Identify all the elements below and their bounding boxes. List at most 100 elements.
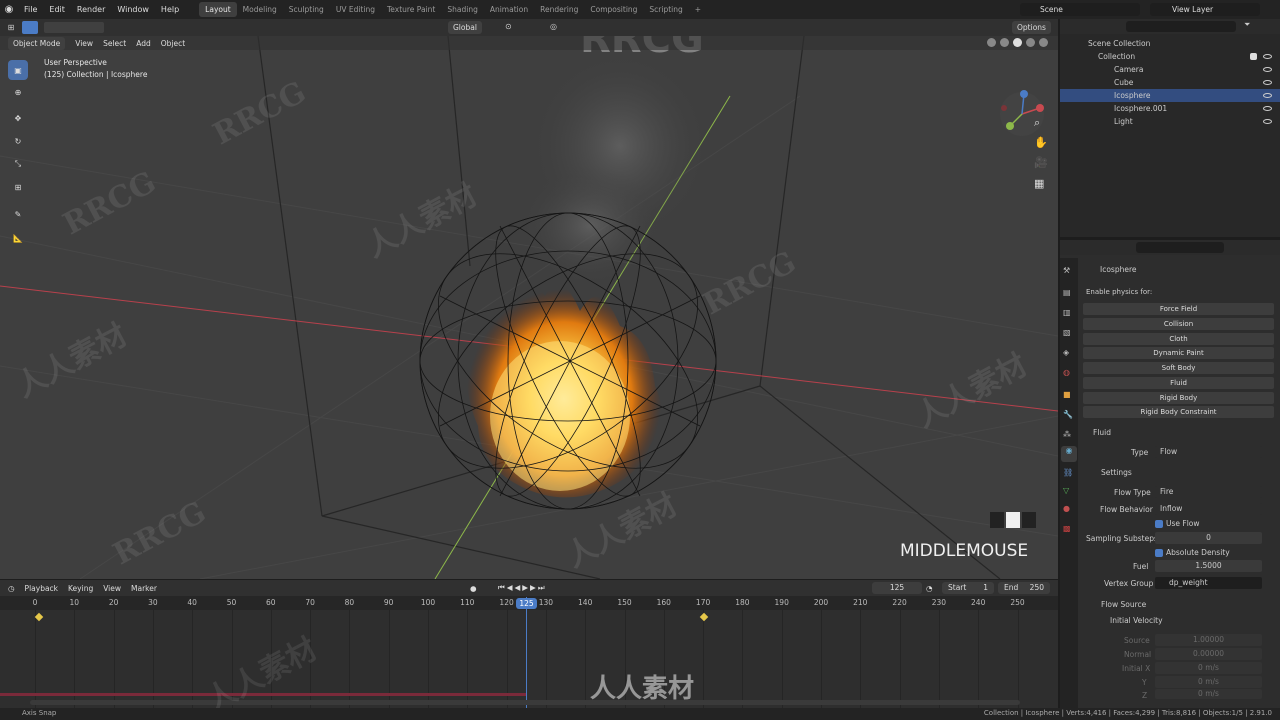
texture-tab-icon[interactable]: ▩ <box>1063 524 1071 533</box>
menu-file[interactable]: File <box>18 5 43 14</box>
fluid-button[interactable]: Fluid <box>1083 377 1274 389</box>
view-layer-selector[interactable]: View Layer <box>1150 3 1260 16</box>
measure-tool-icon[interactable]: 📐 <box>8 228 28 248</box>
timeline-view-menu[interactable]: View <box>103 584 121 593</box>
object-tab-icon[interactable]: ■ <box>1063 390 1071 399</box>
flow-behavior-dropdown[interactable]: Inflow <box>1155 503 1262 515</box>
tab-scripting[interactable]: Scripting <box>643 2 688 17</box>
tab-animation[interactable]: Animation <box>484 2 534 17</box>
menu-render[interactable]: Render <box>71 5 111 14</box>
fuel-field[interactable]: 1.5000 <box>1155 560 1262 572</box>
proportional-edit-icon[interactable]: ◎ <box>550 22 557 31</box>
object-mode-dropdown[interactable]: Object Mode <box>8 36 66 50</box>
tab-uv-editing[interactable]: UV Editing <box>330 2 381 17</box>
constraints-tab-icon[interactable]: ⛓ <box>1063 468 1073 477</box>
select-tool-icon[interactable]: ▣ <box>8 60 28 80</box>
marker-menu[interactable]: Marker <box>131 584 157 593</box>
data-tab-icon[interactable]: ▽ <box>1063 486 1069 495</box>
use-flow-checkbox[interactable]: Use Flow <box>1155 519 1200 528</box>
playback-menu[interactable]: Playback <box>25 584 58 593</box>
menu-edit[interactable]: Edit <box>43 5 71 14</box>
properties-search-input[interactable] <box>1136 242 1224 253</box>
dynamic-paint-button[interactable]: Dynamic Paint <box>1083 347 1274 359</box>
outliner-icosphere-001[interactable]: Icosphere.001 <box>1060 102 1280 115</box>
filter-icon[interactable]: ⏷ <box>1244 20 1250 30</box>
type-dropdown[interactable]: Flow <box>1155 446 1262 458</box>
tab-sculpting[interactable]: Sculpting <box>283 2 330 17</box>
flow-source-panel-header[interactable]: Flow Source <box>1101 600 1146 609</box>
outliner-camera[interactable]: Camera <box>1060 63 1280 76</box>
grid-view-icon[interactable]: ▦ <box>1034 177 1044 190</box>
outliner-icosphere[interactable]: Icosphere <box>1060 89 1280 102</box>
tab-modeling[interactable]: Modeling <box>237 2 283 17</box>
output-tab-icon[interactable]: ▥ <box>1063 308 1071 317</box>
transform-orientation-dropdown[interactable]: Global <box>448 21 482 34</box>
vertex-group-field[interactable]: dp_weight <box>1155 577 1262 589</box>
material-tab-icon[interactable]: ● <box>1063 504 1070 513</box>
playback-controls[interactable]: ⏮◀◀▶▶⏭ <box>498 583 547 593</box>
record-button[interactable]: ● <box>470 584 477 593</box>
editor-type-icon[interactable]: ⊞ <box>0 23 22 32</box>
menu-window[interactable]: Window <box>111 5 155 14</box>
clock-icon[interactable]: ◔ <box>926 584 933 593</box>
viewport-menu-select[interactable]: Select <box>103 39 126 48</box>
selection-mode-icons[interactable] <box>44 22 104 33</box>
initial-x-field[interactable]: 0 m/s <box>1155 662 1262 674</box>
current-frame-field[interactable]: 125 <box>872 582 922 594</box>
shading-modes-icons[interactable] <box>888 37 1048 49</box>
outliner-collection[interactable]: Collection <box>1060 50 1280 63</box>
transform-tool-icon[interactable]: ⊞ <box>8 177 28 197</box>
tab-shading[interactable]: Shading <box>441 2 483 17</box>
move-tool-icon[interactable]: ✥ <box>8 108 28 128</box>
initial-velocity-panel-header[interactable]: Initial Velocity <box>1110 616 1163 625</box>
start-field[interactable]: Start 1 <box>942 582 994 594</box>
select-box-icon[interactable] <box>22 21 38 34</box>
tab-compositing[interactable]: Compositing <box>584 2 643 17</box>
flow-type-dropdown[interactable]: Fire <box>1155 486 1262 498</box>
cursor-tool-icon[interactable]: ⊕ <box>8 82 28 102</box>
physics-tab-icon[interactable]: ◉ <box>1061 446 1077 462</box>
options-dropdown[interactable]: Options <box>1012 21 1051 34</box>
add-workspace-button[interactable]: + <box>689 2 707 17</box>
initial-y-field[interactable]: 0 m/s <box>1155 676 1262 688</box>
initial-z-field[interactable]: 0 m/s <box>1155 689 1262 699</box>
3d-viewport[interactable]: RRCG 人人素材 RRCG 人人素材 RRCG 人人素材 人人素材 RRCG … <box>0 36 1058 579</box>
tab-rendering[interactable]: Rendering <box>534 2 584 17</box>
outliner-light[interactable]: Light <box>1060 115 1280 128</box>
end-field[interactable]: End 250 <box>998 582 1050 594</box>
snap-icon[interactable]: ⊙ <box>505 22 512 31</box>
world-tab-icon[interactable]: ◍ <box>1063 368 1070 377</box>
playhead-frame-badge[interactable]: 125 <box>516 598 537 609</box>
force-field-button[interactable]: Force Field <box>1083 303 1274 315</box>
playhead[interactable] <box>526 597 527 708</box>
viewport-menu-object[interactable]: Object <box>161 39 185 48</box>
rotate-tool-icon[interactable]: ↻ <box>8 131 28 151</box>
render-tab-icon[interactable]: ▤ <box>1063 288 1071 297</box>
sampling-substeps-field[interactable]: 0 <box>1155 532 1262 544</box>
settings-panel-header[interactable]: Settings <box>1101 468 1132 477</box>
pan-icon[interactable]: ✋ <box>1034 136 1048 149</box>
view-layer-tab-icon[interactable]: ▧ <box>1063 328 1071 337</box>
rigid-body-button[interactable]: Rigid Body <box>1083 392 1274 404</box>
rigid-body-constraint-button[interactable]: Rigid Body Constraint <box>1083 406 1274 418</box>
collision-button[interactable]: Collision <box>1083 318 1274 330</box>
absolute-density-checkbox[interactable]: Absolute Density <box>1155 548 1230 557</box>
tab-texture-paint[interactable]: Texture Paint <box>381 2 441 17</box>
tab-layout[interactable]: Layout <box>199 2 237 17</box>
cloth-button[interactable]: Cloth <box>1083 333 1274 345</box>
scale-tool-icon[interactable]: ⤡ <box>8 154 28 174</box>
blender-logo-icon[interactable]: ◉ <box>0 4 18 15</box>
timeline-scrollbar[interactable] <box>30 700 1020 705</box>
particles-tab-icon[interactable]: ⁂ <box>1063 430 1071 439</box>
source-field[interactable]: 1.00000 <box>1155 634 1262 646</box>
timeline-editor-icon[interactable]: ◷ <box>8 584 15 593</box>
menu-help[interactable]: Help <box>155 5 185 14</box>
modifier-tab-icon[interactable]: 🔧 <box>1063 410 1073 419</box>
zoom-icon[interactable]: ⌕ <box>1034 116 1040 130</box>
keying-menu[interactable]: Keying <box>68 584 93 593</box>
tool-tab-icon[interactable]: ⚒ <box>1063 266 1070 275</box>
outliner-scene-collection[interactable]: Scene Collection <box>1060 37 1280 50</box>
annotate-tool-icon[interactable]: ✎ <box>8 204 28 224</box>
soft-body-button[interactable]: Soft Body <box>1083 362 1274 374</box>
camera-view-icon[interactable]: 🎥 <box>1034 156 1048 169</box>
